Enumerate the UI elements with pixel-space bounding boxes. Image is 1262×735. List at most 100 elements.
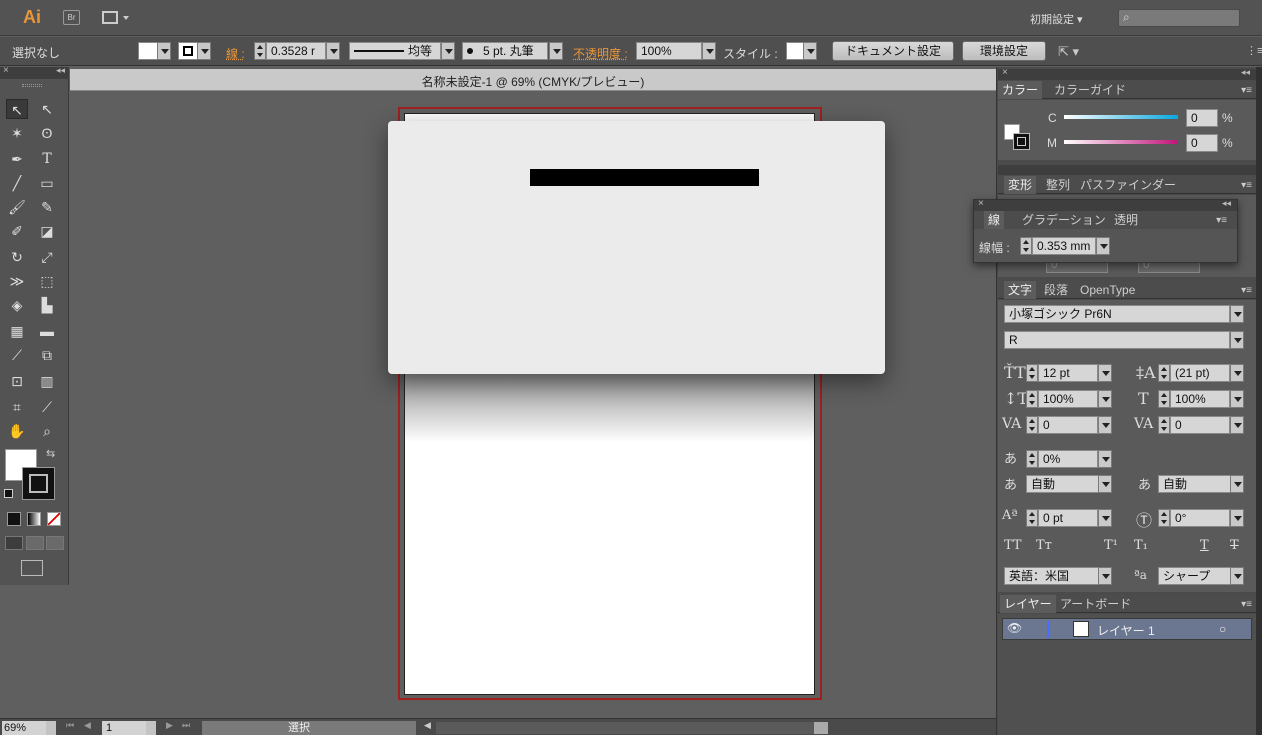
magenta-input[interactable]: 0 bbox=[1186, 134, 1218, 152]
tab-opentype[interactable]: OpenType bbox=[1076, 281, 1139, 299]
swap-colors-icon[interactable]: ⇆ bbox=[46, 447, 55, 460]
selection-tool-icon[interactable]: ↖ bbox=[6, 99, 28, 119]
color-mode-icon[interactable] bbox=[7, 512, 21, 526]
scroll-left-icon[interactable]: ◀ bbox=[424, 720, 431, 731]
document-title[interactable]: 名称未設定-1 @ 69% (CMYK/プレビュー) bbox=[70, 73, 996, 90]
panel-menu-icon[interactable]: ▾≡ bbox=[1241, 180, 1252, 191]
close-icon[interactable]: × bbox=[978, 198, 984, 209]
control-panel-menu-icon[interactable]: ⋮≡ bbox=[1246, 44, 1262, 57]
lasso-tool-icon[interactable]: ʘ bbox=[36, 123, 58, 143]
panel-menu-icon[interactable]: ▾≡ bbox=[1241, 599, 1252, 610]
artboard-tool-icon[interactable]: ⌗ bbox=[6, 397, 28, 417]
zoom-tool-icon[interactable]: ⌕ bbox=[36, 421, 58, 441]
first-page-icon[interactable]: ⏮ bbox=[66, 720, 74, 731]
antialias-dropdown[interactable] bbox=[1230, 567, 1244, 585]
kerning-stepper[interactable] bbox=[1026, 416, 1038, 434]
document-settings-button[interactable]: ドキュメント設定 bbox=[832, 41, 954, 61]
all-caps-icon[interactable]: TT bbox=[1004, 538, 1022, 553]
prev-page-icon[interactable]: ◀ bbox=[84, 720, 91, 731]
direct-selection-tool-icon[interactable]: ↖ bbox=[36, 99, 58, 119]
free-transform-tool-icon[interactable]: ⬚ bbox=[36, 271, 58, 291]
paintbrush-tool-icon[interactable]: 🖌 bbox=[6, 197, 28, 217]
rotate-tool-icon[interactable]: ↻ bbox=[6, 247, 28, 267]
font-family-select[interactable]: 小塚ゴシック Pr6N bbox=[1004, 305, 1230, 323]
tab-gradient[interactable]: グラデーション bbox=[1018, 211, 1110, 229]
tab-transparency[interactable]: 透明 bbox=[1110, 211, 1142, 229]
rectangle-tool-icon[interactable]: ▭ bbox=[36, 173, 58, 193]
profile-dropdown[interactable] bbox=[441, 42, 455, 60]
font-family-dropdown[interactable] bbox=[1230, 305, 1244, 323]
gradient-mode-icon[interactable] bbox=[27, 512, 41, 526]
blob-brush-tool-icon[interactable]: ✐ bbox=[6, 221, 28, 241]
default-colors-icon[interactable] bbox=[4, 489, 13, 498]
font-style-select[interactable]: R bbox=[1004, 331, 1230, 349]
magenta-slider[interactable] bbox=[1064, 140, 1178, 144]
leading-stepper[interactable] bbox=[1158, 364, 1170, 382]
tracking-input[interactable]: 0 bbox=[1170, 416, 1230, 434]
last-page-icon[interactable]: ⏭ bbox=[182, 720, 190, 731]
collapse-icon[interactable]: ◂◂ bbox=[56, 65, 65, 76]
line-tool-icon[interactable]: ╱ bbox=[6, 173, 28, 193]
tab-color[interactable]: カラー bbox=[998, 81, 1043, 99]
perspective-grid-tool-icon[interactable]: ▙ bbox=[36, 295, 58, 315]
panel-menu-icon[interactable]: ▾≡ bbox=[1241, 285, 1252, 296]
style-swatch[interactable] bbox=[786, 42, 804, 60]
target-icon[interactable]: ○ bbox=[1219, 622, 1226, 636]
close-icon[interactable]: × bbox=[3, 65, 9, 76]
brush-dropdown[interactable] bbox=[549, 42, 563, 60]
tools-grip[interactable] bbox=[22, 84, 42, 87]
baseline-shift-stepper[interactable] bbox=[1026, 509, 1038, 527]
shape-builder-tool-icon[interactable]: ◈ bbox=[6, 295, 28, 315]
style-dropdown[interactable] bbox=[803, 42, 817, 60]
brush-definition[interactable]: 5 pt. 丸筆 bbox=[462, 42, 548, 60]
stroke-dropdown[interactable] bbox=[197, 42, 211, 60]
baseline-shift-dropdown[interactable] bbox=[1098, 509, 1112, 527]
tab-layers[interactable]: レイヤー bbox=[1000, 595, 1056, 613]
tsume-stepper[interactable] bbox=[1026, 450, 1038, 468]
vertical-scale-stepper[interactable] bbox=[1026, 390, 1038, 408]
zoom-dropdown[interactable] bbox=[46, 721, 56, 735]
type-tool-icon[interactable]: T bbox=[36, 149, 58, 169]
fill-swatch[interactable] bbox=[138, 42, 158, 60]
horizontal-scale-stepper[interactable] bbox=[1158, 390, 1170, 408]
draw-inside-icon[interactable] bbox=[46, 536, 64, 550]
preferences-button[interactable]: 環境設定 bbox=[962, 41, 1046, 61]
slice-tool-icon[interactable]: ⟋ bbox=[36, 397, 58, 417]
strikethrough-icon[interactable]: T bbox=[1230, 538, 1239, 553]
symbol-sprayer-tool-icon[interactable]: ⊡ bbox=[6, 371, 28, 391]
tab-align[interactable]: 整列 bbox=[1042, 176, 1074, 194]
width-tool-icon[interactable]: ≫ bbox=[6, 271, 28, 291]
page-dropdown[interactable] bbox=[146, 721, 156, 735]
char-rotation-dropdown[interactable] bbox=[1230, 509, 1244, 527]
leading-input[interactable]: (21 pt) bbox=[1170, 364, 1230, 382]
small-caps-icon[interactable]: Tт bbox=[1036, 538, 1052, 553]
tab-color-guide[interactable]: カラーガイド bbox=[1050, 81, 1130, 99]
vertical-scale-dropdown[interactable] bbox=[1098, 390, 1112, 408]
eye-icon[interactable]: 👁 bbox=[1007, 621, 1022, 635]
font-size-stepper[interactable] bbox=[1026, 364, 1038, 382]
tab-pathfinder[interactable]: パスファインダー bbox=[1076, 176, 1180, 194]
eraser-tool-icon[interactable]: ◪ bbox=[36, 221, 58, 241]
fill-dropdown[interactable] bbox=[157, 42, 171, 60]
panel-menu-icon[interactable]: ▾≡ bbox=[1216, 215, 1227, 226]
blend-tool-icon[interactable]: ⧉ bbox=[36, 345, 58, 365]
bridge-button[interactable]: Br bbox=[63, 10, 80, 25]
scale-tool-icon[interactable]: ⤢ bbox=[36, 247, 58, 267]
language-select[interactable]: 英語：米国 bbox=[1004, 567, 1112, 585]
opacity-dropdown[interactable] bbox=[702, 42, 716, 60]
language-dropdown[interactable] bbox=[1098, 567, 1112, 585]
arrange-documents-button[interactable] bbox=[102, 10, 130, 25]
layer-row[interactable]: 👁 レイヤー 1 ○ bbox=[1002, 618, 1252, 640]
tab-transform[interactable]: 変形 bbox=[1004, 176, 1037, 194]
layer-name[interactable]: レイヤー 1 bbox=[1097, 622, 1155, 639]
font-style-dropdown[interactable] bbox=[1230, 331, 1244, 349]
stroke-weight-field-dropdown[interactable] bbox=[1096, 237, 1110, 255]
superscript-icon[interactable]: T¹ bbox=[1104, 538, 1118, 553]
aki-left-dropdown[interactable] bbox=[1098, 475, 1112, 493]
next-page-icon[interactable]: ▶ bbox=[166, 720, 173, 731]
cyan-input[interactable]: 0 bbox=[1186, 109, 1218, 127]
vertical-scale-input[interactable]: 100% bbox=[1038, 390, 1098, 408]
kerning-dropdown[interactable] bbox=[1098, 416, 1112, 434]
stroke-label[interactable]: 線 : bbox=[226, 45, 245, 62]
tab-character[interactable]: 文字 bbox=[1004, 281, 1037, 299]
